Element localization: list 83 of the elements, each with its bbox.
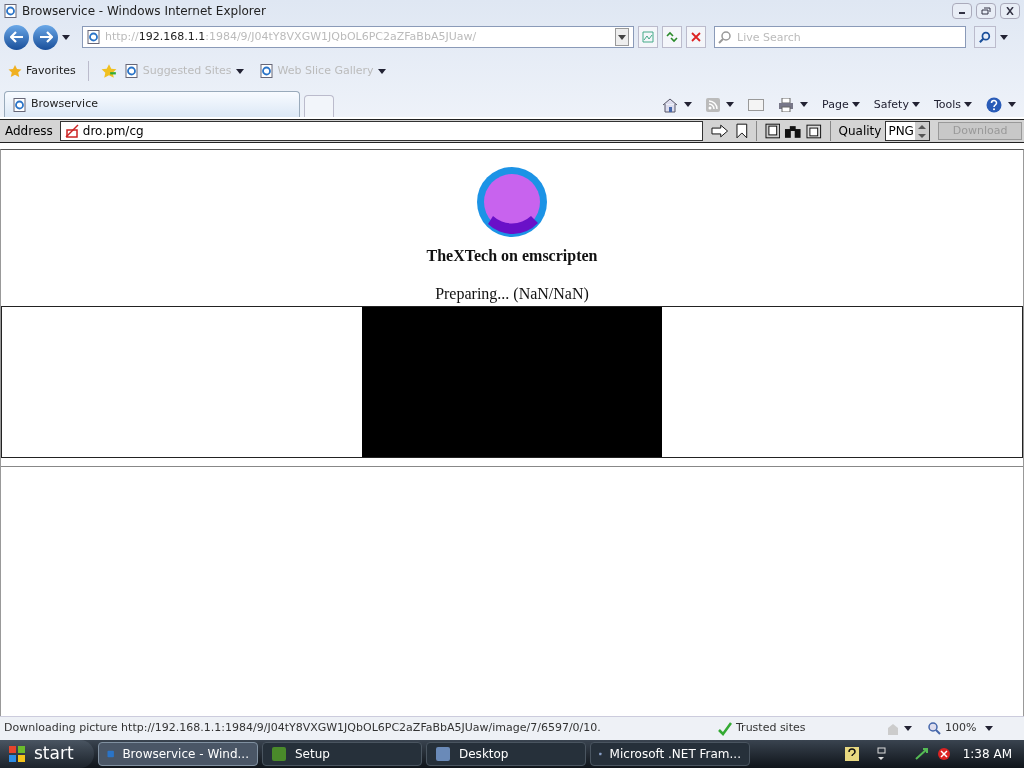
page-icon: [259, 64, 274, 78]
page-icon: [13, 97, 27, 112]
caret-icon[interactable]: [985, 726, 993, 731]
quality-label: Quality: [838, 123, 882, 140]
address-text: dro.pm/cg: [82, 123, 144, 140]
minimize-button[interactable]: [952, 3, 972, 19]
page-icon: [87, 30, 101, 44]
url-field[interactable]: http://192.168.1.1:1984/9/J04tY8VXGW1JQbOL6PC2aZFaBbA5JUaw/: [82, 26, 634, 48]
close-button[interactable]: [1000, 3, 1020, 19]
spin-buttons[interactable]: [915, 122, 930, 140]
binoculars-icon[interactable]: [784, 123, 802, 139]
command-menu[interactable]: Page: [822, 96, 860, 113]
zone-text: Trusted sites: [736, 720, 807, 737]
loading-ring-icon: [476, 166, 548, 238]
stop-button[interactable]: [686, 26, 706, 48]
taskbar-button[interactable]: Browservice - Wind...: [98, 742, 258, 766]
caret-icon[interactable]: [684, 102, 693, 108]
mail-icon[interactable]: [748, 98, 765, 111]
arrow-icon: [38, 31, 53, 43]
taskbar-button[interactable]: Microsoft .NET Fram...: [590, 742, 750, 766]
stop-icon: [691, 32, 701, 42]
bookmark-icon[interactable]: [736, 123, 748, 139]
up-icon: [918, 124, 927, 129]
refresh-button[interactable]: [662, 26, 682, 48]
caret-icon: [235, 68, 244, 74]
favorites-button[interactable]: Favorites: [8, 62, 76, 80]
print-icon[interactable]: [778, 97, 795, 112]
loading-status: Preparing... (NaN/NaN): [435, 284, 589, 305]
caret-icon: [911, 102, 920, 108]
caret-icon[interactable]: [904, 726, 912, 731]
restore-icon: [981, 7, 991, 15]
window-title: Browservice - Windows Internet Explorer: [22, 3, 267, 20]
quality-spinbox[interactable]: PNG: [885, 121, 931, 141]
go-icon[interactable]: [710, 124, 729, 138]
caret-icon: [618, 34, 626, 40]
down-icon: [918, 133, 927, 138]
address-label: Address: [4, 123, 54, 140]
refresh-icon: [666, 31, 678, 43]
network-tray-icon[interactable]: [874, 747, 887, 761]
search-button[interactable]: [974, 26, 996, 48]
caret-icon: [377, 68, 386, 74]
star-icon: [8, 64, 22, 78]
dropdown-button[interactable]: [615, 28, 629, 46]
clipboard-icon[interactable]: [805, 123, 822, 139]
taskbar-button[interactable]: Desktop: [426, 742, 586, 766]
caret-icon[interactable]: [800, 102, 809, 108]
search-icon: [718, 30, 732, 44]
page-title: TheXTech on emscripten: [426, 246, 598, 267]
help-tray-icon[interactable]: [844, 747, 859, 761]
help-icon[interactable]: [986, 96, 1002, 113]
page-icon: [4, 4, 18, 18]
caret-icon[interactable]: [62, 34, 70, 40]
zoom-level[interactable]: 100%: [945, 720, 985, 737]
close-icon: [1005, 7, 1015, 15]
arrows-tray-icon[interactable]: [914, 747, 929, 761]
quality-value: PNG: [887, 123, 915, 140]
start-button[interactable]: start: [0, 740, 94, 768]
shield-tray-icon[interactable]: [936, 747, 951, 761]
windows-logo: [8, 745, 26, 763]
url-text: http://192.168.1.1:1984/9/J04tY8VXGW1JQbOL6PC2aZFaBbA5JUaw/: [105, 28, 478, 45]
page-icon: [124, 64, 139, 78]
address-field[interactable]: dro.pm/cg: [59, 121, 703, 141]
caret-icon: [964, 102, 972, 108]
caret-icon[interactable]: [1008, 102, 1016, 108]
search-icon: [979, 31, 991, 43]
insecure-icon: [64, 124, 79, 138]
check-icon: [718, 721, 732, 736]
browser-tab[interactable]: Browservice: [4, 91, 300, 117]
clock[interactable]: 1:38 AM: [962, 745, 1012, 763]
home-icon[interactable]: [662, 96, 679, 113]
command-menu[interactable]: Safety: [873, 96, 920, 113]
arrow-icon: [9, 31, 24, 43]
caret-icon[interactable]: [1000, 34, 1008, 40]
image-icon[interactable]: [764, 123, 781, 139]
taskbar-button[interactable]: Setup: [262, 742, 422, 766]
command-menu[interactable]: Tools: [933, 96, 972, 113]
caret-icon[interactable]: [726, 102, 735, 108]
zoom-icon[interactable]: [928, 722, 941, 735]
caret-icon: [851, 102, 860, 108]
search-field[interactable]: Live Search: [714, 26, 966, 48]
forward-button[interactable]: [33, 24, 58, 50]
back-button[interactable]: [4, 24, 29, 50]
status-text: Downloading picture http://192.168.1.1:1984/9/J04tY8VXGW1JQbOL6PC2aZFaBbA5JUaw/image/7/6597/0/10.: [4, 720, 602, 737]
